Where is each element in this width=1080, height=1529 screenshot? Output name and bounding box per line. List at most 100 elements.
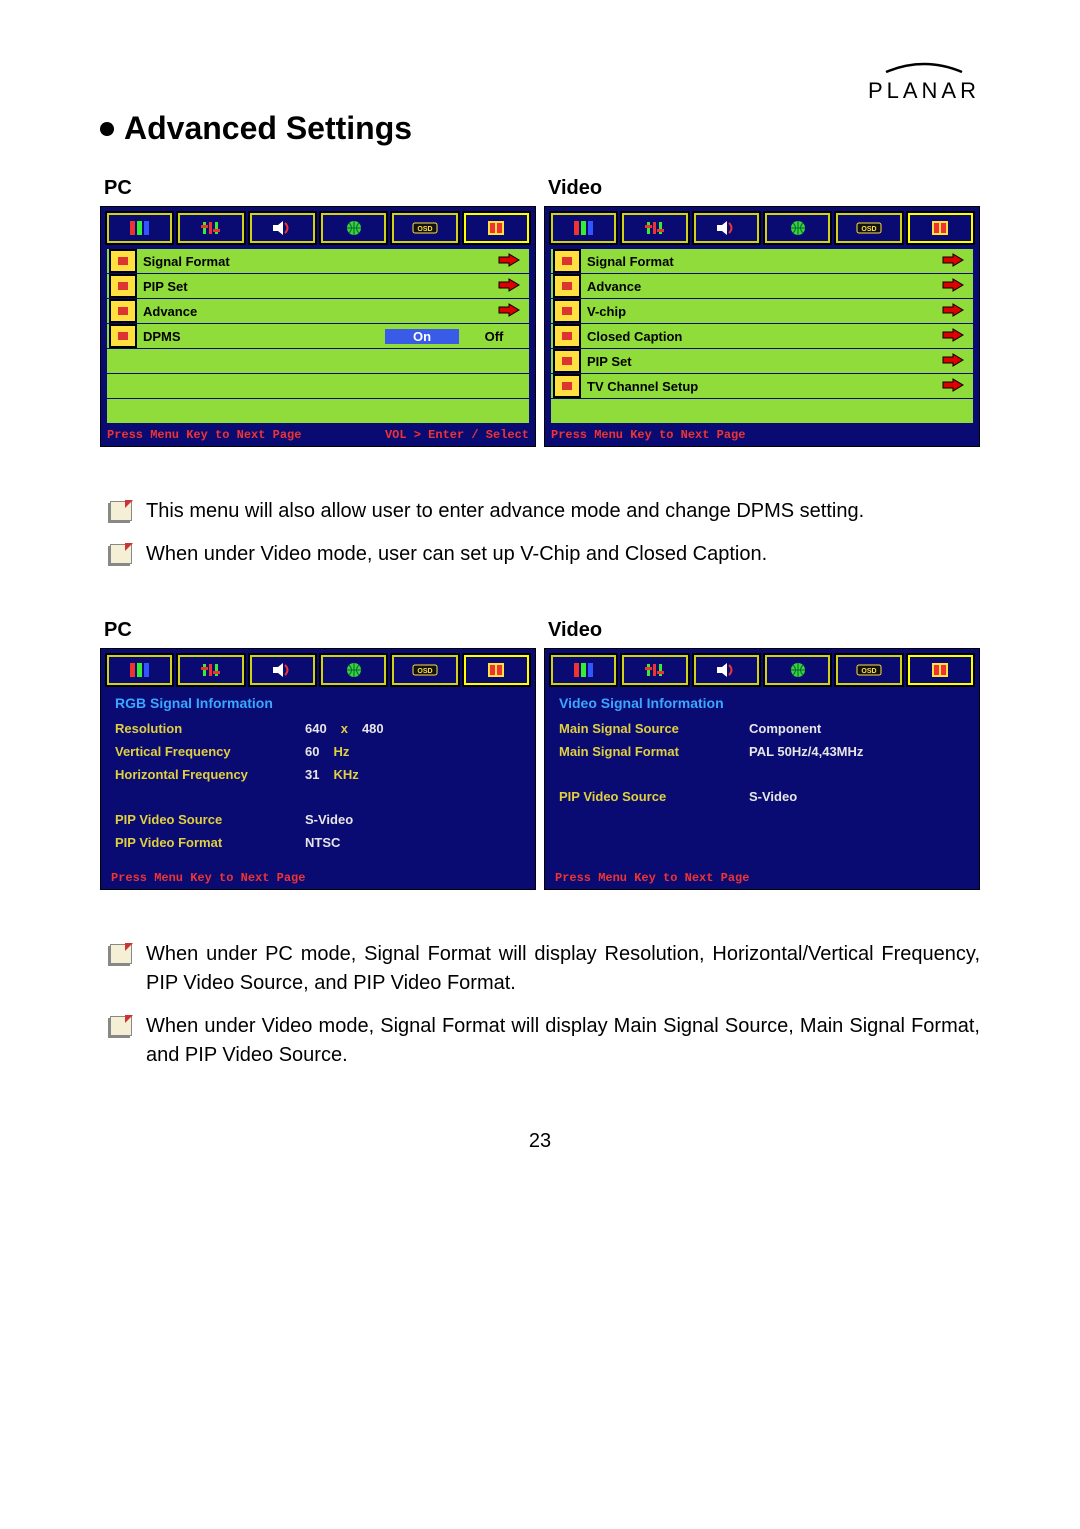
blank-row (107, 399, 529, 423)
tab-speaker-icon[interactable] (248, 653, 317, 687)
menu-label: PIP Set (587, 354, 933, 369)
menu-item[interactable]: PIP Set (107, 274, 529, 298)
brand-logo: PLANAR (100, 60, 980, 104)
menu-label: Advance (587, 279, 933, 294)
menu-item[interactable]: V-chip (551, 299, 973, 323)
option-on[interactable]: On (385, 329, 459, 344)
tab-color-bars-icon[interactable] (105, 211, 174, 245)
row-icon (553, 349, 581, 373)
tab-globe-icon[interactable] (763, 211, 832, 245)
arrow-right-icon (933, 328, 973, 345)
menu-label: Advance (143, 304, 489, 319)
blank-row (551, 399, 973, 423)
menu-label: TV Channel Setup (587, 379, 933, 394)
note-text: When under Video mode, user can set up V… (146, 540, 767, 569)
tab-sliders-icon[interactable] (176, 653, 245, 687)
tab-globe-icon[interactable] (763, 653, 832, 687)
tab-speaker-icon[interactable] (248, 211, 317, 245)
footer-left: Press Menu Key to Next Page (545, 867, 979, 889)
tab-tools-icon[interactable] (906, 653, 975, 687)
arrow-right-icon (933, 303, 973, 320)
info-row: PIP Video SourceS-Video (115, 812, 525, 827)
tab-globe-icon[interactable] (319, 653, 388, 687)
row-icon (553, 374, 581, 398)
swoosh-icon (884, 60, 964, 76)
pc-heading: PC (104, 619, 536, 642)
tab-osd-icon[interactable]: OSD (390, 653, 459, 687)
page-number: 23 (100, 1130, 980, 1153)
tab-tools-icon[interactable] (462, 211, 531, 245)
menu-label: Signal Format (587, 254, 933, 269)
tab-osd-icon[interactable]: OSD (834, 211, 903, 245)
osd-tab-strip: OSD (545, 207, 979, 247)
blank-row (107, 349, 529, 373)
menu-label: Signal Format (143, 254, 489, 269)
tab-speaker-icon[interactable] (692, 211, 761, 245)
tab-osd-icon[interactable]: OSD (390, 211, 459, 245)
svg-text:OSD: OSD (861, 668, 876, 675)
note-icon (110, 501, 132, 521)
note-item: When under Video mode, Signal Format wil… (110, 1012, 980, 1070)
info-title: RGB Signal Information (115, 695, 525, 711)
row-icon (553, 249, 581, 273)
row-icon (553, 299, 581, 323)
menu-label: Closed Caption (587, 329, 933, 344)
info-row: Main Signal FormatPAL 50Hz/4,43MHz (559, 744, 969, 759)
option-off[interactable]: Off (459, 329, 529, 344)
info-row: Vertical Frequency60Hz (115, 744, 525, 759)
tab-osd-icon[interactable]: OSD (834, 653, 903, 687)
arrow-right-icon (489, 303, 529, 320)
info-row: PIP Video FormatNTSC (115, 835, 525, 850)
osd-video-menu: OSD Signal Format Advance V-chip Closed Cap… (544, 206, 980, 447)
osd-tab-strip: OSD (545, 649, 979, 689)
menu-label: V-chip (587, 304, 933, 319)
arrow-right-icon (489, 253, 529, 270)
video-heading: Video (548, 619, 980, 642)
tab-sliders-icon[interactable] (620, 653, 689, 687)
menu-item[interactable]: PIP Set (551, 349, 973, 373)
arrow-right-icon (933, 278, 973, 295)
row-icon (553, 274, 581, 298)
menu-item[interactable]: Closed Caption (551, 324, 973, 348)
menu-item[interactable]: Advance (107, 299, 529, 323)
info-row: Resolution640x480 (115, 721, 525, 736)
page-title: Advanced Settings (100, 110, 980, 147)
arrow-right-icon (489, 278, 529, 295)
menu-item[interactable]: Signal Format (551, 249, 973, 273)
menu-item[interactable]: TV Channel Setup (551, 374, 973, 398)
arrow-right-icon (933, 253, 973, 270)
tab-speaker-icon[interactable] (692, 653, 761, 687)
tab-tools-icon[interactable] (462, 653, 531, 687)
row-icon (553, 324, 581, 348)
note-text: When under PC mode, Signal Format will d… (146, 940, 980, 998)
menu-item[interactable]: DPMSOnOff (107, 324, 529, 348)
note-icon (110, 544, 132, 564)
footer-left: Press Menu Key to Next Page (101, 867, 535, 889)
svg-text:OSD: OSD (861, 226, 876, 233)
info-video-panel: OSD Video Signal Information Main Signal… (544, 648, 980, 890)
blank-row (107, 374, 529, 398)
tab-sliders-icon[interactable] (176, 211, 245, 245)
tab-tools-icon[interactable] (906, 211, 975, 245)
tab-color-bars-icon[interactable] (105, 653, 174, 687)
tab-globe-icon[interactable] (319, 211, 388, 245)
menu-item[interactable]: Advance (551, 274, 973, 298)
tab-color-bars-icon[interactable] (549, 211, 618, 245)
tab-sliders-icon[interactable] (620, 211, 689, 245)
svg-text:OSD: OSD (417, 226, 432, 233)
row-icon (109, 324, 137, 348)
row-icon (109, 249, 137, 273)
row-icon (109, 274, 137, 298)
note-item: When under PC mode, Signal Format will d… (110, 940, 980, 998)
osd-tab-strip: OSD (101, 649, 535, 689)
footer-left: Press Menu Key to Next Page (551, 428, 745, 442)
menu-label: PIP Set (143, 279, 489, 294)
tab-color-bars-icon[interactable] (549, 653, 618, 687)
footer-right: VOL > Enter / Select (385, 428, 529, 442)
note-icon (110, 944, 132, 964)
info-row: Horizontal Frequency31KHz (115, 767, 525, 782)
arrow-right-icon (933, 353, 973, 370)
menu-item[interactable]: Signal Format (107, 249, 529, 273)
note-icon (110, 1016, 132, 1036)
note-item: When under Video mode, user can set up V… (110, 540, 980, 569)
